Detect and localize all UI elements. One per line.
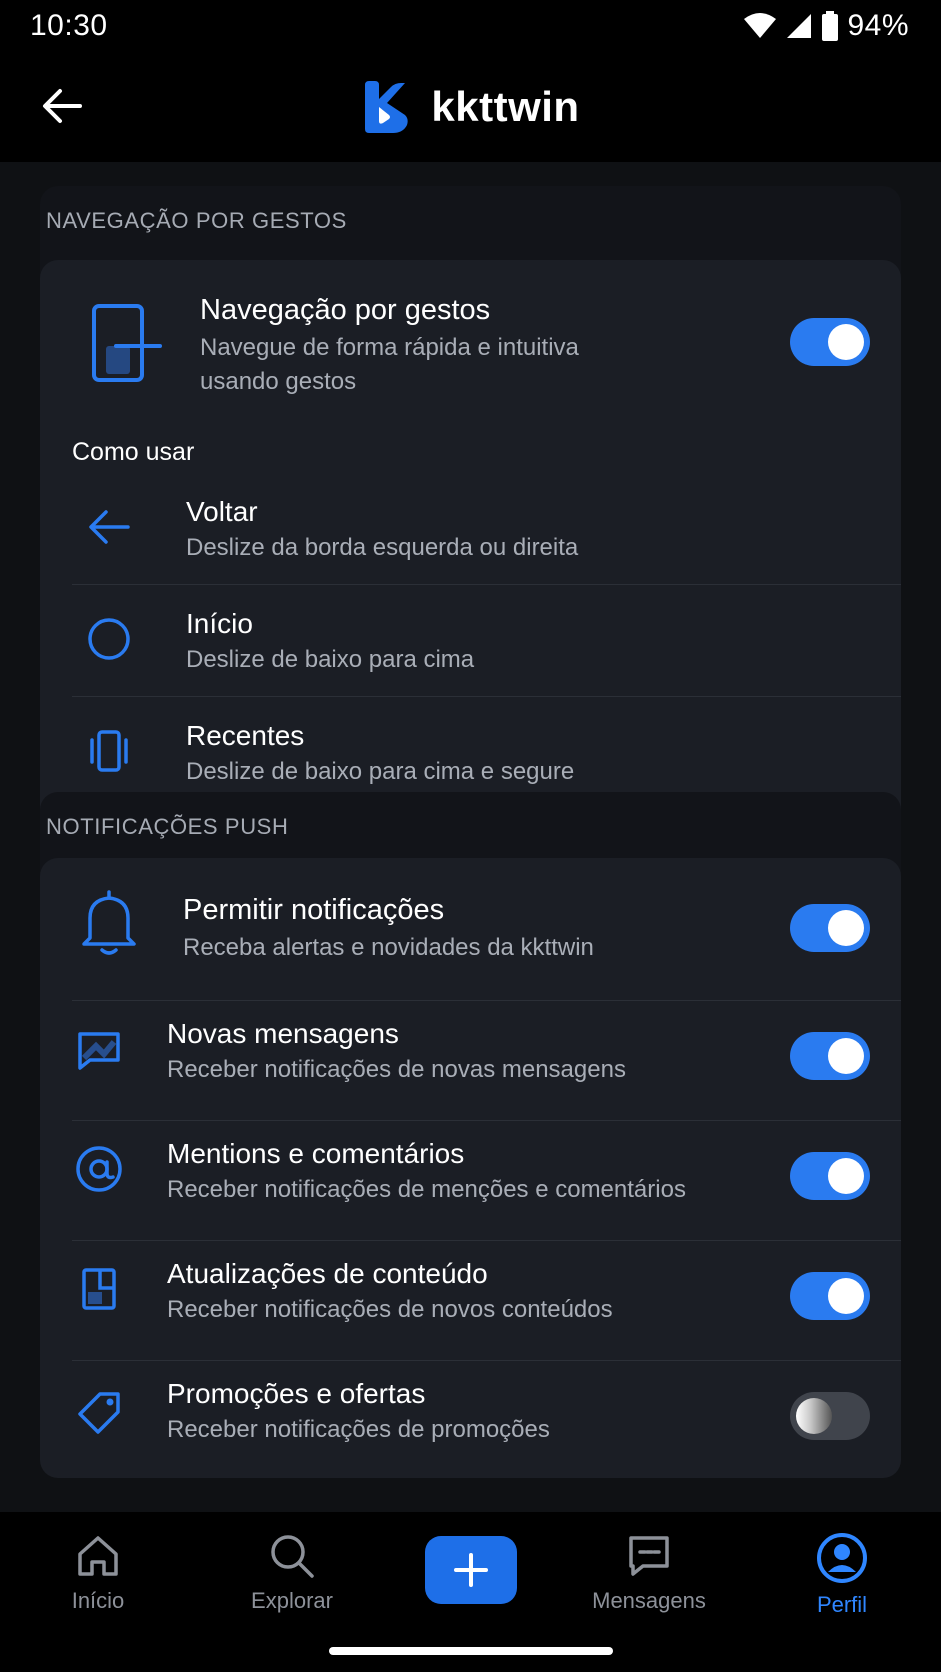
toggle-knob bbox=[796, 1398, 832, 1434]
push-item-sub-1: Receber notificações de menções e coment… bbox=[167, 1176, 686, 1203]
section-title-gestures: NAVEGAÇÃO POR GESTOS bbox=[46, 208, 347, 233]
allow-notifications-sub: Receba alertas e novidades da kkttwin bbox=[183, 934, 594, 961]
status-icons: 94% bbox=[743, 9, 909, 43]
home-indicator bbox=[329, 1647, 613, 1655]
gesture-phone-icon bbox=[82, 302, 166, 386]
message-icon bbox=[76, 1028, 122, 1074]
content-icon bbox=[76, 1266, 122, 1312]
recents-icon bbox=[86, 728, 132, 774]
nav-label-explore: Explorar bbox=[251, 1588, 333, 1613]
nav-label-home: Início bbox=[71, 1588, 125, 1613]
nav-item-profile[interactable]: Perfil bbox=[762, 1532, 922, 1618]
gesture-toggle[interactable] bbox=[790, 318, 870, 366]
home-icon bbox=[78, 1536, 118, 1576]
toggle-knob bbox=[828, 1158, 864, 1194]
circle-icon bbox=[86, 616, 132, 662]
app-name: kkttwin bbox=[431, 83, 580, 130]
allow-notifications-title: Permitir notificações bbox=[183, 894, 445, 926]
divider bbox=[72, 1000, 901, 1001]
nav-item-messages[interactable]: Mensagens bbox=[569, 1532, 729, 1614]
push-item-sub-0: Receber notificações de novas mensagens bbox=[167, 1056, 626, 1083]
gesture-item-sub-0: Deslize da borda esquerda ou direita bbox=[186, 534, 579, 561]
toggle-knob bbox=[828, 910, 864, 946]
nav-item-explore[interactable]: Explorar bbox=[212, 1532, 372, 1614]
battery-percent: 94% bbox=[847, 9, 909, 42]
promotions-toggle[interactable] bbox=[790, 1392, 870, 1440]
section-title-push: NOTIFICAÇÕES PUSH bbox=[46, 814, 289, 839]
battery-icon bbox=[822, 11, 839, 41]
bell-icon bbox=[76, 888, 142, 958]
back-button[interactable] bbox=[40, 84, 84, 128]
gesture-item-title-1: Início bbox=[186, 608, 253, 639]
content-updates-toggle[interactable] bbox=[790, 1272, 870, 1320]
create-post-button[interactable] bbox=[425, 1536, 517, 1604]
profile-icon bbox=[817, 1533, 867, 1583]
status-time: 10:30 bbox=[30, 9, 108, 42]
tag-icon bbox=[74, 1386, 124, 1436]
push-item-title-3: Promoções e ofertas bbox=[167, 1378, 426, 1409]
signal-icon bbox=[787, 14, 812, 38]
gesture-card: Navegação por gestos Navegue de forma rá… bbox=[40, 260, 901, 842]
settings-content[interactable]: NAVEGAÇÃO POR GESTOS Navegação por gesto… bbox=[0, 162, 941, 1512]
gesture-item-sub-1: Deslize de baixo para cima bbox=[186, 646, 475, 673]
mentions-toggle[interactable] bbox=[790, 1152, 870, 1200]
divider bbox=[72, 1360, 901, 1361]
status-bar: 10:30 94% bbox=[0, 0, 941, 52]
wifi-icon bbox=[744, 13, 777, 38]
arrow-left-icon bbox=[86, 504, 132, 550]
nav-item-home[interactable]: Início bbox=[18, 1532, 178, 1614]
push-section: NOTIFICAÇÕES PUSH Permitir notificações … bbox=[40, 792, 901, 1478]
nav-label-messages: Mensagens bbox=[592, 1588, 706, 1613]
gesture-main-sub-1: Navegue de forma rápida e intuitiva bbox=[200, 334, 579, 361]
chat-icon bbox=[629, 1536, 669, 1576]
toggle-knob bbox=[828, 1278, 864, 1314]
new-messages-toggle[interactable] bbox=[790, 1032, 870, 1080]
push-item-sub-2: Receber notificações de novos conteúdos bbox=[167, 1296, 613, 1323]
push-item-title-2: Atualizações de conteúdo bbox=[167, 1258, 488, 1289]
gesture-main-sub-2: usando gestos bbox=[200, 368, 357, 395]
plus-icon bbox=[454, 1553, 488, 1587]
gesture-item-title-0: Voltar bbox=[186, 496, 258, 527]
gesture-main-title: Navegação por gestos bbox=[200, 294, 491, 326]
nav-label-profile: Perfil bbox=[816, 1592, 868, 1617]
toggle-knob bbox=[828, 1038, 864, 1074]
push-item-title-1: Mentions e comentários bbox=[167, 1138, 465, 1169]
allow-notifications-toggle[interactable] bbox=[790, 904, 870, 952]
app-bar: kkttwin bbox=[0, 52, 941, 162]
divider bbox=[72, 696, 901, 697]
brand: kkttwin bbox=[361, 81, 579, 133]
gesture-section: NAVEGAÇÃO POR GESTOS Navegação por gesto… bbox=[40, 186, 901, 842]
toggle-knob bbox=[828, 324, 864, 360]
divider bbox=[72, 584, 901, 585]
gesture-item-title-2: Recentes bbox=[186, 720, 305, 751]
how-to-label: Como usar bbox=[72, 438, 195, 466]
kkttwin-logo bbox=[365, 81, 409, 133]
search-icon bbox=[271, 1535, 314, 1578]
divider bbox=[72, 1240, 901, 1241]
push-item-title-0: Novas mensagens bbox=[167, 1018, 399, 1049]
divider bbox=[72, 1120, 901, 1121]
arrow-left-icon bbox=[43, 89, 82, 123]
gesture-item-sub-2: Deslize de baixo para cima e segure bbox=[186, 758, 575, 785]
push-card: Permitir notificações Receba alertas e n… bbox=[40, 858, 901, 1478]
at-icon bbox=[74, 1144, 124, 1194]
push-item-sub-3: Receber notificações de promoções bbox=[167, 1416, 550, 1443]
